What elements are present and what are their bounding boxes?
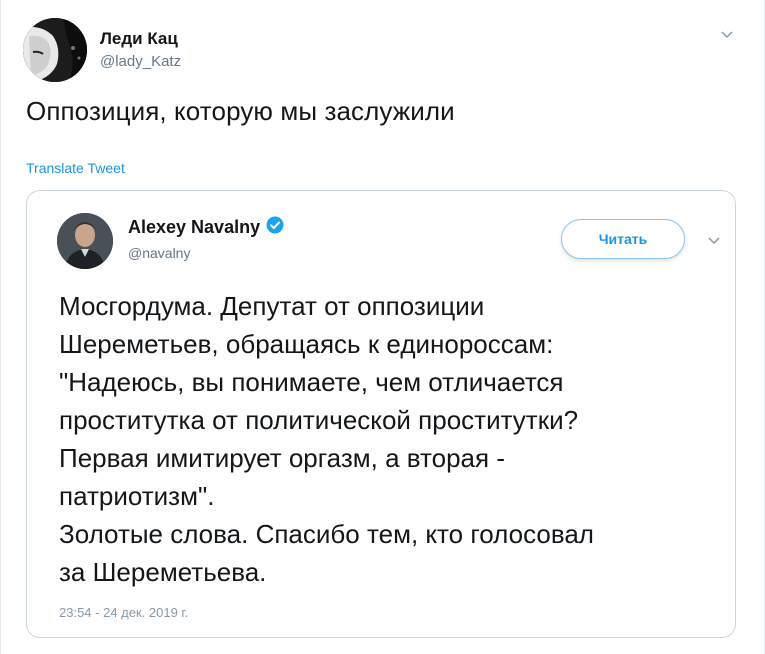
translate-tweet-link[interactable]: Translate Tweet xyxy=(26,160,125,176)
quoted-text-line: за Шереметьева. xyxy=(59,557,267,587)
quoted-text-line: Шереметьев, обращаясь к единороссам: xyxy=(59,329,554,359)
verified-badge-icon xyxy=(266,216,284,239)
tweet-page: Леди Кац @lady_Katz Оппозиция, которую м… xyxy=(0,0,765,654)
quoted-text-line: Мосгордума. Депутат от оппозиции xyxy=(59,291,485,321)
quoted-text-line: проститутка от политической проститутки? xyxy=(59,405,579,435)
quoted-tweet-text: Мосгордума. Депутат от оппозиции Шеремет… xyxy=(59,287,719,591)
quoted-author-avatar-image xyxy=(57,213,113,269)
tweet-text: Оппозиция, которую мы заслужили xyxy=(26,96,455,126)
follow-button[interactable]: Читать xyxy=(561,219,685,259)
chevron-down-icon[interactable] xyxy=(719,26,735,42)
quoted-author-name-row: Alexey Navalny xyxy=(128,216,284,239)
quoted-text-line: Первая имитирует оргазм, а вторая - xyxy=(59,443,505,473)
quoted-author-name[interactable]: Alexey Navalny xyxy=(128,217,260,238)
quoted-text-line: Золотые слова. Спасибо тем, кто голосова… xyxy=(59,519,594,549)
quoted-tweet-card[interactable]: Alexey Navalny @navalny Читать Мосгордум… xyxy=(26,190,736,638)
author-handle[interactable]: @lady_Katz xyxy=(100,53,181,70)
chevron-down-icon[interactable] xyxy=(707,233,721,247)
quoted-timestamp[interactable]: 23:54 - 24 дек. 2019 г. xyxy=(59,605,188,620)
author-name[interactable]: Леди Кац xyxy=(100,29,178,49)
quoted-text-line: "Надеюсь, вы понимаете, чем отличается xyxy=(59,367,564,397)
author-avatar-image xyxy=(23,18,87,82)
author-avatar[interactable] xyxy=(23,18,87,82)
quoted-author-avatar[interactable] xyxy=(57,213,113,269)
quoted-text-line: патриотизм". xyxy=(59,481,215,511)
quoted-author-handle[interactable]: @navalny xyxy=(128,245,190,261)
